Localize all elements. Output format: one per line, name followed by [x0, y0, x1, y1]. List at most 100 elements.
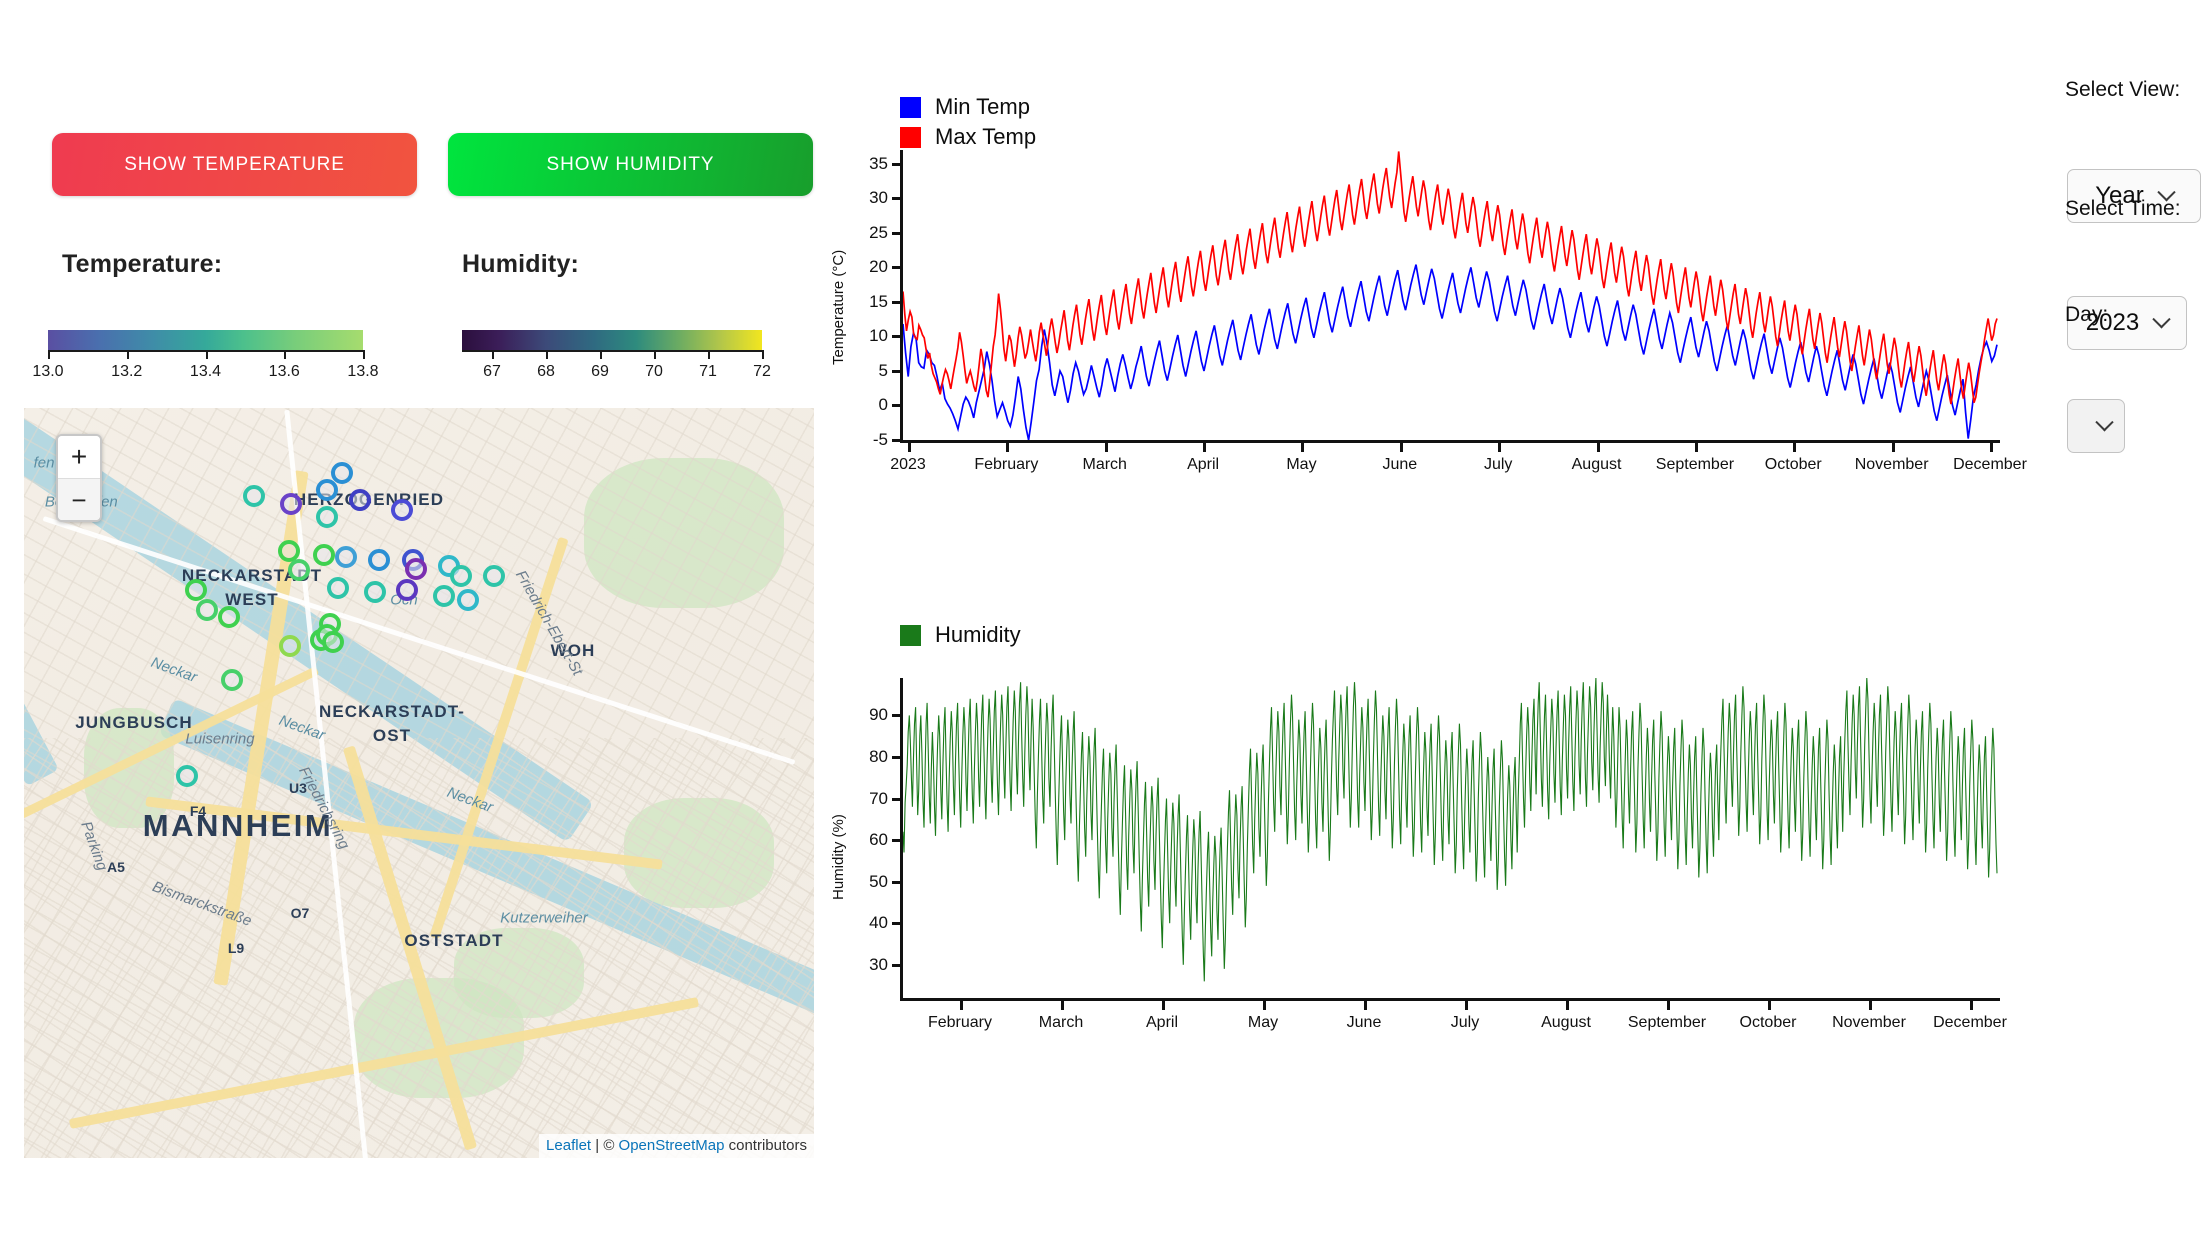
series-line [903, 264, 1998, 440]
x-tick-label: October [1764, 456, 1822, 473]
y-tick [892, 335, 900, 339]
colorbar-tick [546, 350, 548, 359]
x-tick [1498, 443, 1502, 452]
colorbar-tick [492, 350, 494, 359]
y-tick [892, 880, 900, 884]
temperature-legend-title: Temperature: [62, 250, 223, 278]
x-tick-label: July [1483, 456, 1513, 473]
colorbar-tick-label: 70 [645, 363, 663, 380]
map-station-marker[interactable] [433, 585, 455, 607]
y-tick-label: 70 [869, 788, 888, 808]
colorbar-tick [762, 350, 764, 359]
colorbar-tick-label: 13.0 [32, 363, 64, 380]
map-station-marker[interactable] [457, 589, 479, 611]
map-station-marker[interactable] [405, 558, 427, 580]
y-tick [892, 797, 900, 801]
colorbar-tick [48, 350, 50, 359]
y-tick-label: 20 [869, 257, 888, 277]
series-line [903, 678, 1998, 982]
map-station-marker[interactable] [221, 669, 243, 691]
y-tick-label: 15 [869, 291, 888, 311]
map-station-marker[interactable] [368, 549, 390, 571]
map-station-marker[interactable] [391, 499, 413, 521]
select-day-dropdown[interactable] [2067, 399, 2125, 453]
map-station-marker[interactable] [243, 485, 265, 507]
x-tick-label: December [1933, 1014, 2007, 1031]
y-tick-label: 0 [878, 395, 888, 415]
zoom-out-button[interactable]: − [58, 478, 100, 520]
map-station-marker[interactable] [176, 765, 198, 787]
attribution-tail: contributors [724, 1137, 807, 1154]
map-station-marker[interactable] [280, 493, 302, 515]
show-humidity-button[interactable]: SHOW HUMIDITY [448, 133, 813, 196]
map-station-marker[interactable] [316, 506, 338, 528]
x-tick [1203, 443, 1207, 452]
map-building-blocks [24, 738, 814, 1158]
map-station-marker[interactable] [316, 479, 338, 501]
colorbar-tick-label: 69 [591, 363, 609, 380]
x-tick-label: December [1953, 456, 2027, 473]
y-tick [892, 922, 900, 926]
map-station-marker[interactable] [450, 565, 472, 587]
select-time-label: Select Time: [2065, 197, 2181, 220]
map-station-marker[interactable] [218, 606, 240, 628]
map-station-marker[interactable] [483, 565, 505, 587]
x-tick-label: November [1832, 1014, 1906, 1031]
map-station-marker[interactable] [396, 579, 418, 601]
x-tick [1364, 1001, 1367, 1010]
zoom-in-button[interactable]: + [58, 436, 100, 478]
legend-color-swatch [900, 96, 921, 118]
x-tick-label: March [1082, 456, 1127, 473]
chart-plot-lines [903, 678, 1998, 982]
x-tick-label: February [974, 456, 1039, 473]
openstreetmap-link[interactable]: OpenStreetMap [619, 1137, 725, 1154]
y-tick-label: 30 [869, 188, 888, 208]
map-station-marker[interactable] [327, 577, 349, 599]
x-tick [1301, 443, 1305, 452]
controls-panel: Select View: Year Select Time: 2023 Day: [2065, 0, 2211, 1244]
colorbar-tick [600, 350, 602, 359]
y-tick [892, 369, 900, 373]
map-station-marker[interactable] [322, 631, 344, 653]
map-station-marker[interactable] [185, 579, 207, 601]
x-tick [1006, 443, 1010, 452]
y-tick [892, 266, 900, 270]
humidity-plot-area: 30 40 50 60 70 80 90 February March April May June J… [869, 678, 2007, 1031]
select-day-label: Day: [2065, 303, 2109, 326]
show-temperature-button[interactable]: SHOW TEMPERATURE [52, 133, 417, 196]
map-station-marker[interactable] [349, 489, 371, 511]
x-tick-label: June [1346, 1014, 1382, 1031]
colorbar-tick [205, 350, 208, 359]
x-tick [1263, 1001, 1266, 1010]
x-tick [1566, 1001, 1569, 1010]
map-station-marker[interactable] [313, 544, 335, 566]
x-tick-label: August [1571, 456, 1622, 473]
y-tick [892, 404, 900, 408]
select-view-label: Select View: [2065, 78, 2181, 101]
colorbar-tick [126, 350, 129, 359]
map-station-marker[interactable] [279, 635, 301, 657]
map-zoom-control[interactable]: + − [56, 434, 102, 522]
colorbar-tick-label: 71 [699, 363, 717, 380]
charts-panel: Min Temp Max Temp Temperature (°C) -5 0 5 10… [820, 0, 2050, 1244]
temperature-plot-area: -5 0 5 10 15 20 25 30 35 2023 February March April Ma… [869, 150, 2027, 473]
map-station-marker[interactable] [288, 559, 310, 581]
x-tick [1061, 1001, 1064, 1010]
y-tick [892, 197, 900, 201]
map-station-marker[interactable] [331, 462, 353, 484]
map-station-marker[interactable] [364, 581, 386, 603]
leaflet-link[interactable]: Leaflet [546, 1137, 591, 1154]
chart-legend-item: Min Temp [900, 92, 1036, 122]
map-station-marker[interactable] [335, 546, 357, 568]
humidity-colorbar: 67 68 69 70 71 72 [462, 330, 771, 384]
x-tick [960, 1001, 963, 1010]
leaflet-map[interactable]: + − HERZOGENRIEDNECKARSTADTWESTNECKARSTA… [24, 408, 814, 1158]
chart-legend-item: Max Temp [900, 122, 1036, 152]
action-button-row: SHOW TEMPERATURE SHOW HUMIDITY [52, 133, 813, 196]
x-tick [1694, 443, 1698, 452]
y-tick [892, 231, 900, 235]
map-station-marker[interactable] [196, 599, 218, 621]
legend-series-label: Humidity [935, 622, 1021, 647]
y-tick [892, 439, 900, 442]
x-tick-label: July [1450, 1014, 1480, 1031]
